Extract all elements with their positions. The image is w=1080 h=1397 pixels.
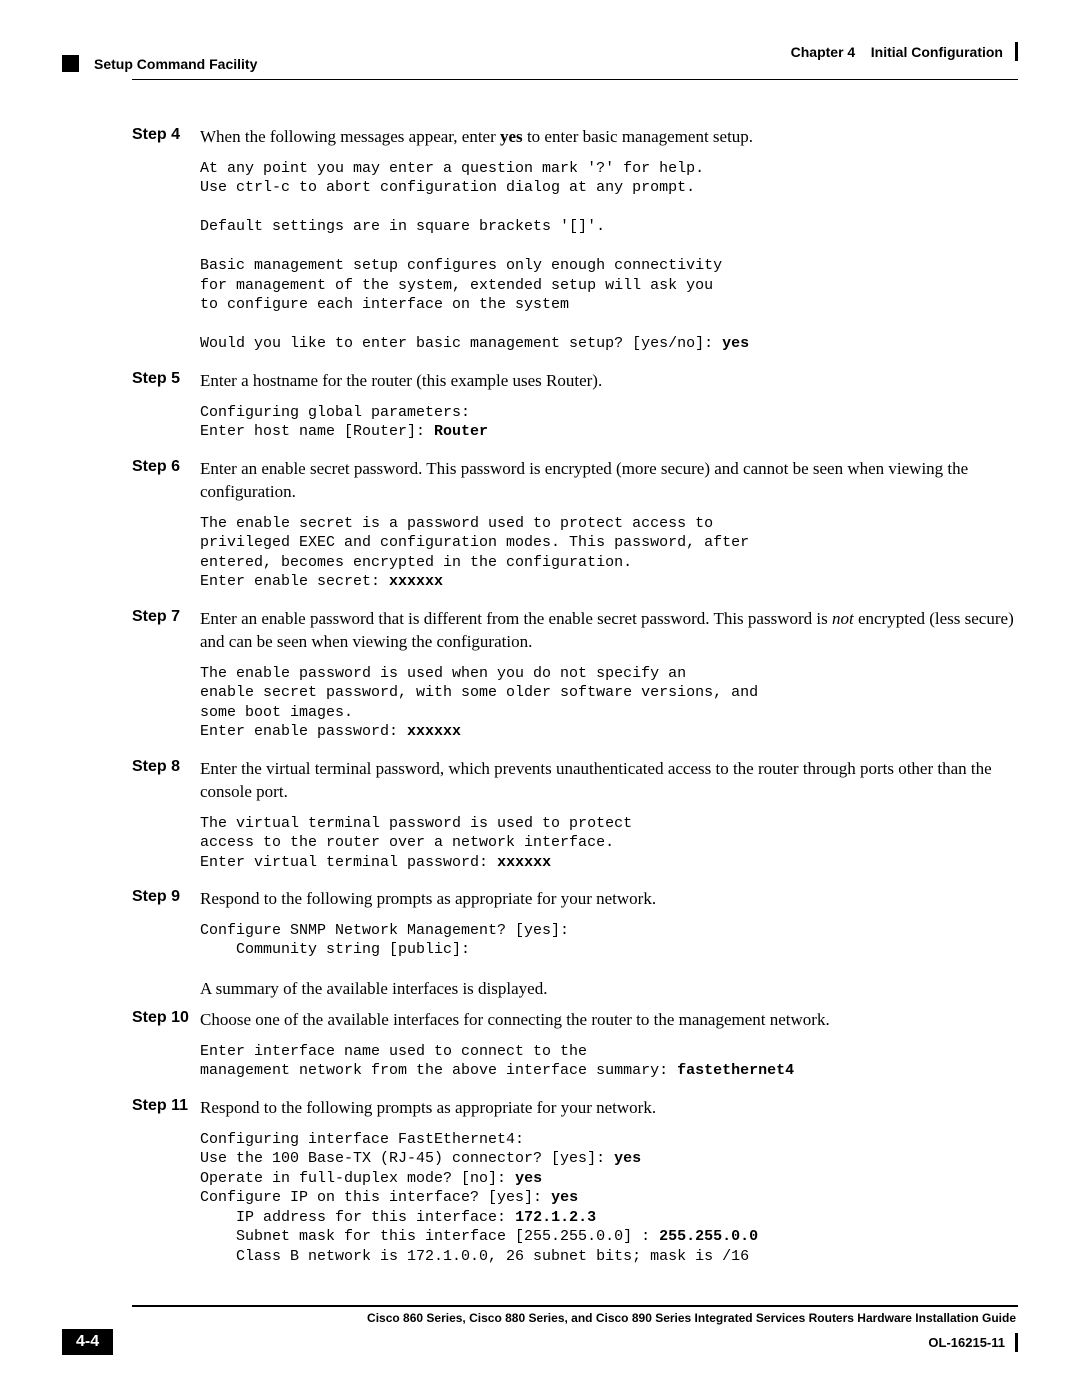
page-footer: Cisco 860 Series, Cisco 880 Series, and … xyxy=(62,1305,1018,1355)
code-block: The enable secret is a password used to … xyxy=(200,514,1018,592)
section-marker-icon xyxy=(62,55,79,72)
code-block: Configuring interface FastEthernet4: Use… xyxy=(200,1130,1018,1267)
step-body-after: A summary of the available interfaces is… xyxy=(200,978,1018,1001)
step-text: Enter an enable secret password. This pa… xyxy=(200,458,1018,504)
step-label: Step 4 xyxy=(132,126,200,144)
content-area: Step 4 When the following messages appea… xyxy=(62,80,1018,1266)
step-label: Step 8 xyxy=(132,758,200,776)
footer-vbar-icon xyxy=(1015,1333,1018,1352)
step-7: Step 7 Enter an enable password that is … xyxy=(132,608,1018,742)
page: Setup Command Facility Chapter 4 Initial… xyxy=(0,0,1080,1266)
step-label: Step 10 xyxy=(132,1009,200,1027)
step-label: Step 9 xyxy=(132,888,200,906)
step-text: When the following messages appear, ente… xyxy=(200,126,1018,149)
footer-guide-title: Cisco 860 Series, Cisco 880 Series, and … xyxy=(132,1311,1018,1325)
code-block: The virtual terminal password is used to… xyxy=(200,814,1018,873)
code-block: The enable password is used when you do … xyxy=(200,664,1018,742)
header-vbar-icon xyxy=(1015,42,1018,61)
step-text: Enter a hostname for the router (this ex… xyxy=(200,370,1018,393)
code-block: Configuring global parameters: Enter hos… xyxy=(200,403,1018,442)
code-block: Configure SNMP Network Management? [yes]… xyxy=(200,921,1018,960)
code-block: At any point you may enter a question ma… xyxy=(200,159,1018,354)
footer-rule xyxy=(132,1305,1018,1307)
step-text: Respond to the following prompts as appr… xyxy=(200,888,1018,911)
step-9: Step 9 Respond to the following prompts … xyxy=(132,888,1018,1001)
step-5: Step 5 Enter a hostname for the router (… xyxy=(132,370,1018,442)
code-block: Enter interface name used to connect to … xyxy=(200,1042,1018,1081)
section-title: Setup Command Facility xyxy=(94,56,257,72)
chapter-label: Chapter 4 Initial Configuration xyxy=(791,44,1003,60)
step-text: Respond to the following prompts as appr… xyxy=(200,1097,1018,1120)
page-header: Setup Command Facility Chapter 4 Initial… xyxy=(62,42,1018,80)
step-label: Step 5 xyxy=(132,370,200,388)
step-label: Step 11 xyxy=(132,1097,200,1115)
step-11: Step 11 Respond to the following prompts… xyxy=(132,1097,1018,1266)
step-text: Enter the virtual terminal password, whi… xyxy=(200,758,1018,804)
header-left: Setup Command Facility xyxy=(62,55,257,72)
page-number-badge: 4-4 xyxy=(62,1329,113,1355)
step-label: Step 6 xyxy=(132,458,200,476)
step-6: Step 6 Enter an enable secret password. … xyxy=(132,458,1018,592)
step-8: Step 8 Enter the virtual terminal passwo… xyxy=(132,758,1018,872)
step-text: Enter an enable password that is differe… xyxy=(200,608,1018,654)
footer-doc-id: OL-16215-11 xyxy=(928,1333,1018,1352)
step-text: Choose one of the available interfaces f… xyxy=(200,1009,1018,1032)
step-10: Step 10 Choose one of the available inte… xyxy=(132,1009,1018,1081)
step-4: Step 4 When the following messages appea… xyxy=(132,126,1018,354)
step-label: Step 7 xyxy=(132,608,200,626)
header-right: Chapter 4 Initial Configuration xyxy=(791,42,1018,61)
